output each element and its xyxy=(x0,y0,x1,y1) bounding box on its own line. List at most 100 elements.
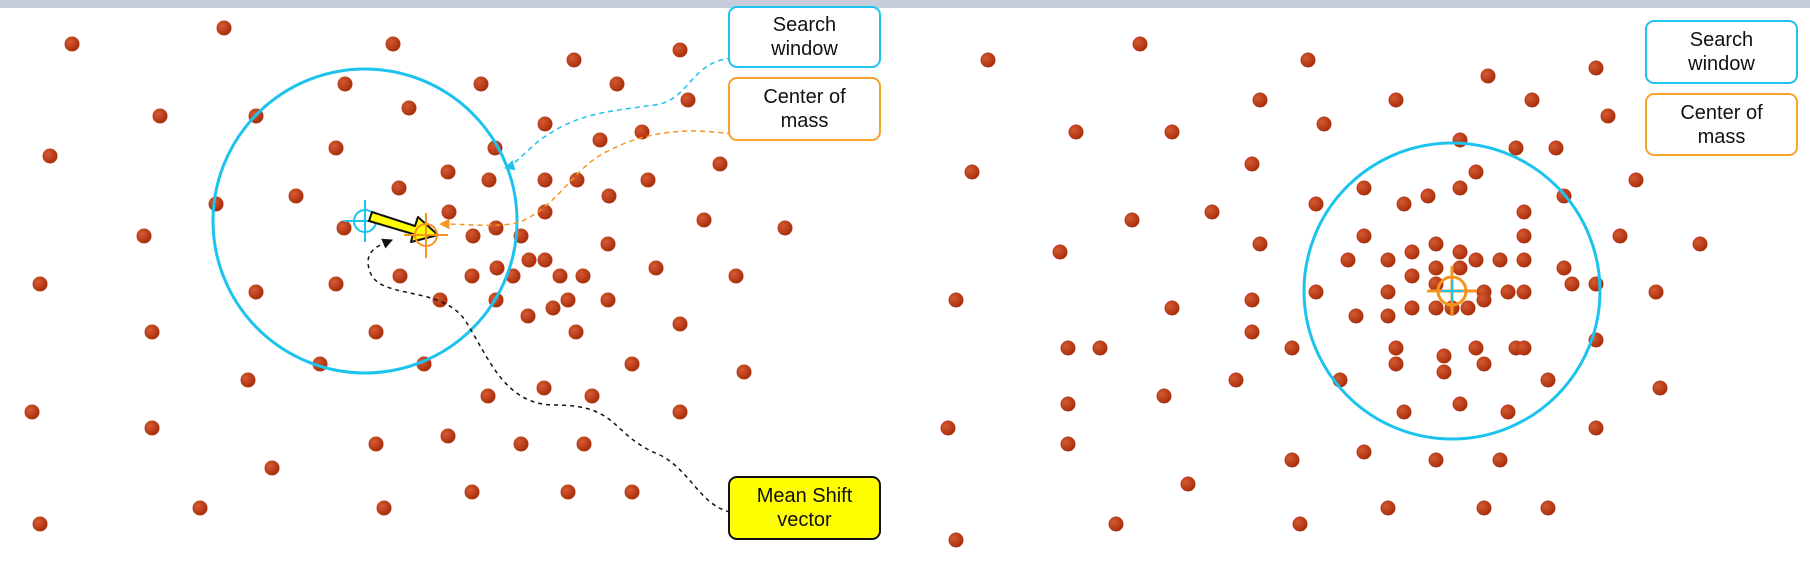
left-data-point xyxy=(672,42,688,58)
right-data-point xyxy=(1612,228,1628,244)
mean-shift-diagram xyxy=(24,20,1708,548)
right-data-point xyxy=(948,292,964,308)
right-data-point xyxy=(1164,124,1180,140)
left-data-point xyxy=(566,52,582,68)
left-data-point xyxy=(144,324,160,340)
left-data-point xyxy=(32,516,48,532)
right-data-point xyxy=(1556,260,1572,276)
right-data-point xyxy=(1308,284,1324,300)
right-data-point xyxy=(1132,36,1148,52)
right-data-point xyxy=(1388,356,1404,372)
left-data-point xyxy=(489,260,505,276)
left-data-point xyxy=(440,164,456,180)
left-data-point xyxy=(545,300,561,316)
left-data-point xyxy=(328,140,344,156)
right-data-point xyxy=(1300,52,1316,68)
left-data-point xyxy=(712,156,728,172)
left-data-point xyxy=(385,36,401,52)
right-data-point xyxy=(1284,452,1300,468)
right-data-point xyxy=(1516,284,1532,300)
right-data-point xyxy=(1460,300,1476,316)
right-data-point xyxy=(1652,380,1668,396)
left-center-of-mass-label: Center of mass xyxy=(728,77,881,141)
right-data-point xyxy=(1428,452,1444,468)
left-data-point xyxy=(592,132,608,148)
left-data-point xyxy=(401,100,417,116)
right-data-point xyxy=(964,164,980,180)
left-data-point xyxy=(576,436,592,452)
right-data-point xyxy=(1204,204,1220,220)
leader-search-window xyxy=(503,57,733,171)
right-data-point xyxy=(1292,516,1308,532)
right-center-of-mass-label: Center of mass xyxy=(1645,93,1798,156)
right-data-point xyxy=(1388,340,1404,356)
right-data-point xyxy=(1548,140,1564,156)
right-data-point xyxy=(1060,340,1076,356)
right-data-point xyxy=(1648,284,1664,300)
right-data-point xyxy=(1404,244,1420,260)
left-data-point xyxy=(777,220,793,236)
right-window-center-crosshair-icon xyxy=(1441,280,1463,302)
right-data-point xyxy=(1628,172,1644,188)
left-data-point xyxy=(464,268,480,284)
right-data-point xyxy=(1508,140,1524,156)
mean-shift-vector-arrow xyxy=(368,211,439,243)
right-data-point xyxy=(1404,300,1420,316)
right-data-point xyxy=(1452,180,1468,196)
left-data-point xyxy=(216,20,232,36)
left-data-point xyxy=(152,108,168,124)
right-data-point xyxy=(1396,196,1412,212)
right-data-point xyxy=(1452,244,1468,260)
left-data-point xyxy=(42,148,58,164)
right-data-point xyxy=(1156,388,1172,404)
left-data-point xyxy=(536,380,552,396)
right-data-point xyxy=(1380,308,1396,324)
left-data-point xyxy=(736,364,752,380)
left-data-point xyxy=(64,36,80,52)
right-data-point xyxy=(980,52,996,68)
left-data-point xyxy=(464,484,480,500)
left-data-point xyxy=(552,268,568,284)
right-data-point xyxy=(1348,308,1364,324)
right-data-point xyxy=(1108,516,1124,532)
data-points-left xyxy=(24,20,793,532)
data-points-right xyxy=(940,36,1708,548)
right-data-point xyxy=(1428,260,1444,276)
right-data-point xyxy=(1380,252,1396,268)
right-data-point xyxy=(1476,500,1492,516)
left-data-point xyxy=(480,388,496,404)
right-data-point xyxy=(1404,268,1420,284)
right-data-point xyxy=(1452,396,1468,412)
right-data-point xyxy=(1180,476,1196,492)
right-data-point xyxy=(1516,204,1532,220)
left-search-window-label: Search window xyxy=(728,6,881,68)
right-data-point xyxy=(1452,260,1468,276)
left-data-point xyxy=(368,324,384,340)
left-data-point xyxy=(560,484,576,500)
left-data-point xyxy=(288,188,304,204)
left-data-point xyxy=(488,220,504,236)
right-data-point xyxy=(1284,340,1300,356)
right-data-point xyxy=(1244,324,1260,340)
left-data-point xyxy=(368,436,384,452)
left-data-point xyxy=(624,484,640,500)
left-data-point xyxy=(24,404,40,420)
right-data-point xyxy=(1228,372,1244,388)
right-data-point xyxy=(1388,92,1404,108)
right-data-point xyxy=(1252,236,1268,252)
right-data-point xyxy=(1356,180,1372,196)
left-data-point xyxy=(537,116,553,132)
right-data-point xyxy=(1564,276,1580,292)
right-data-point xyxy=(1252,92,1268,108)
right-data-point xyxy=(1428,236,1444,252)
right-data-point xyxy=(1492,452,1508,468)
left-data-point xyxy=(376,500,392,516)
left-data-point xyxy=(624,356,640,372)
right-data-point xyxy=(1468,164,1484,180)
mean-shift-vector-label: Mean Shift vector xyxy=(728,476,881,540)
right-data-point xyxy=(1492,252,1508,268)
left-data-point xyxy=(601,188,617,204)
right-data-point xyxy=(1428,300,1444,316)
left-data-point xyxy=(441,204,457,220)
right-data-point xyxy=(1380,500,1396,516)
